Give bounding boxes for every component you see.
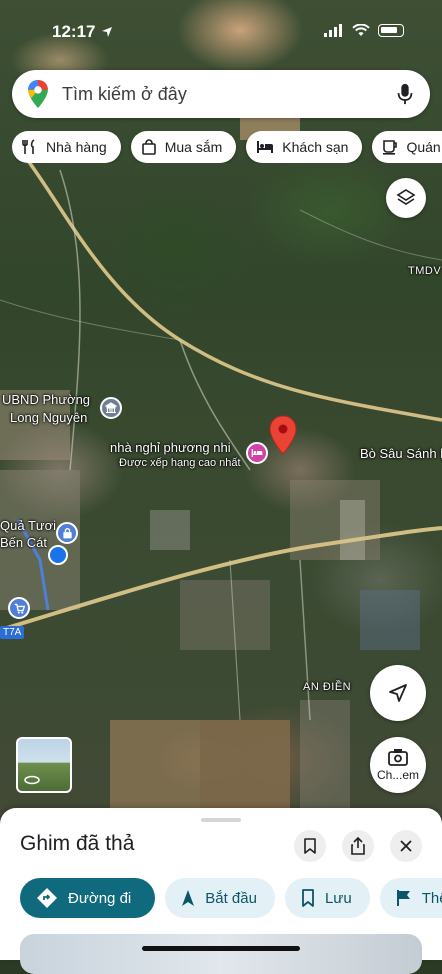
add-label: Thêm	[421, 889, 442, 907]
save-button[interactable]: Lưu	[284, 878, 370, 918]
map-label-ubnd-line2: Long Nguyên	[10, 410, 88, 425]
save-label: Lưu	[324, 889, 352, 907]
map-label-bo-sau: Bò Sâu Sánh l	[360, 446, 442, 461]
battery-icon	[378, 24, 404, 37]
map-label-tmdv: TMDV	[408, 265, 442, 277]
map-label-nha-nghi[interactable]: nhà nghỉ phương nhi	[110, 440, 231, 455]
status-indicators	[324, 24, 404, 37]
share-icon	[351, 837, 365, 855]
search-bar[interactable]: Tìm kiếm ở đây	[12, 70, 430, 118]
microphone-icon[interactable]	[396, 83, 414, 105]
chip-label: Quán cà	[406, 139, 442, 155]
category-chips: Nhà hàng Mua sắm Khách sạn Quán cà	[12, 131, 442, 163]
share-button[interactable]	[342, 830, 374, 862]
fork-knife-icon	[22, 139, 35, 154]
directions-label: Đường đi	[68, 889, 132, 907]
sheet-grabber[interactable]	[201, 818, 241, 822]
shopping-bag-icon	[62, 527, 72, 538]
bed-icon	[257, 141, 274, 153]
chip-cafes[interactable]: Quán cà	[372, 131, 442, 163]
google-maps-logo-icon	[28, 80, 48, 108]
government-building-icon	[105, 402, 117, 414]
coffee-cup-icon	[383, 140, 398, 155]
dropped-pin-icon[interactable]	[269, 415, 297, 455]
cellular-signal-icon	[324, 24, 342, 37]
bookmark-icon	[304, 838, 316, 854]
bookmark-icon	[302, 889, 314, 907]
map-label-nha-nghi-sub: Được xếp hạng cao nhất	[119, 457, 241, 469]
navigation-arrow-icon	[182, 890, 195, 906]
street-view-icon	[24, 775, 40, 785]
camera-explore-label: Ch...em	[376, 768, 419, 782]
bottom-sheet[interactable]: Ghim đã thả Đường đi Bắt đầu Lưu Th	[0, 808, 442, 974]
layers-icon	[396, 189, 416, 205]
layers-button[interactable]	[386, 178, 426, 218]
save-icon-button[interactable]	[294, 830, 326, 862]
add-label-button[interactable]: Thêm	[379, 878, 442, 918]
cart-icon	[14, 603, 25, 614]
camera-explore-button[interactable]: Ch...em	[370, 737, 426, 793]
wifi-icon	[352, 24, 370, 36]
place-photo-preview[interactable]	[20, 934, 422, 974]
chip-label: Khách sạn	[282, 139, 349, 155]
chip-shopping[interactable]: Mua sắm	[130, 131, 237, 163]
government-building-marker[interactable]	[100, 397, 122, 419]
start-label: Bắt đầu	[205, 889, 257, 907]
search-input[interactable]: Tìm kiếm ở đây	[62, 84, 396, 105]
action-buttons: Đường đi Bắt đầu Lưu Thêm	[20, 878, 442, 918]
flag-icon	[396, 890, 410, 906]
shop-marker[interactable]	[56, 522, 78, 544]
close-icon	[400, 840, 412, 852]
navigation-arrow-icon	[389, 684, 407, 702]
hotel-marker[interactable]	[246, 442, 268, 464]
shopping-bag-icon	[141, 139, 156, 155]
chip-label: Mua sắm	[164, 139, 223, 155]
location-arrow-icon	[102, 27, 112, 37]
directions-button[interactable]: Đường đi	[20, 878, 156, 918]
chip-restaurants[interactable]: Nhà hàng	[12, 131, 121, 163]
chip-hotels[interactable]: Khách sạn	[246, 131, 363, 163]
status-bar: 12:17	[0, 0, 442, 60]
map-label-an-dien: AN ĐIỀN	[303, 681, 352, 693]
store-marker[interactable]	[8, 597, 30, 619]
camera-icon	[388, 749, 408, 766]
map-label-ubnd-line1: UBND Phường	[2, 392, 91, 407]
home-indicator[interactable]	[142, 946, 300, 951]
map-label-qua-tuoi-line2: Bến Cát	[0, 535, 47, 550]
my-location-button[interactable]	[370, 665, 426, 721]
close-button[interactable]	[390, 830, 422, 862]
sheet-title: Ghim đã thả	[20, 832, 135, 855]
chip-label: Nhà hàng	[46, 139, 107, 155]
current-location-dot	[48, 545, 68, 565]
status-time: 12:17	[52, 22, 96, 41]
directions-icon	[37, 888, 57, 908]
start-button[interactable]: Bắt đầu	[165, 878, 275, 918]
street-view-thumbnail[interactable]	[16, 737, 72, 793]
bed-icon	[251, 449, 263, 457]
map-label-qua-tuoi-line1: Quả Tươi	[0, 518, 57, 533]
road-badge: T7A	[0, 626, 25, 639]
